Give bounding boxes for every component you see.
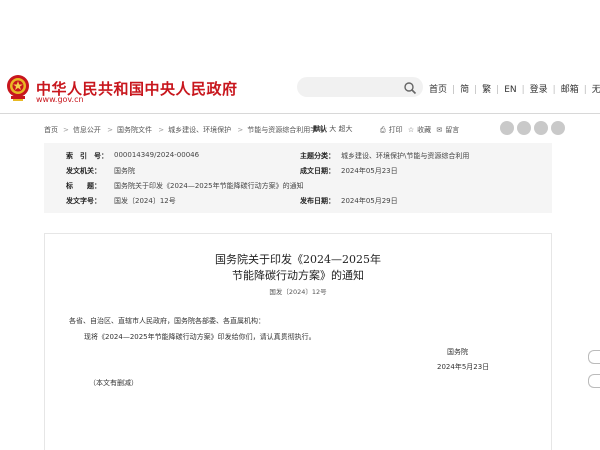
breadcrumb-item[interactable]: 国务院文件 [117,126,152,134]
doc-number-label: 发文字号： [66,197,101,205]
link-mail[interactable]: 邮箱 [561,85,579,95]
article-recipients: 各省、自治区、直辖市人民政府，国务院各部委、各直属机构： [69,317,265,325]
link-simplified[interactable]: 简 [460,85,469,95]
document-info-table: 索 引 号： 000014349/2024-00046 主题分类： 城乡建设、环… [44,143,552,213]
font-large-button[interactable]: 大 [329,125,336,133]
link-accessibility[interactable]: 无障碍 [592,85,600,95]
header-divider [0,113,600,114]
written-date-value: 2024年05月23日 [341,167,398,175]
article-date: 2024年5月23日 [437,363,490,371]
publish-date-value: 2024年05月29日 [341,197,398,205]
font-xlarge-button[interactable]: 超大 [338,125,352,133]
font-size-switch: 默认 大 超大 [313,124,352,134]
breadcrumb-item[interactable]: 城乡建设、环境保护 [168,126,231,134]
title-label: 标 题： [66,182,101,190]
article-body: 国务院关于印发《2024—2025年 节能降碳行动方案》的通知 国发〔2024〕… [44,233,552,450]
favorite-button[interactable]: 收藏 [417,126,431,134]
print-button[interactable]: 打印 [389,126,403,134]
favorite-icon[interactable]: ☆ [408,126,414,134]
weibo-icon[interactable] [517,121,531,135]
title-value: 国务院关于印发《2024—2025年节能降碳行动方案》的通知 [114,182,304,190]
national-emblem-icon[interactable] [6,74,30,102]
site-domain: www.gov.cn [36,95,84,104]
article-title-line-1: 国务院关于印发《2024—2025年 [215,253,381,266]
comment-button[interactable]: 留言 [445,126,459,134]
link-english[interactable]: EN [504,85,516,95]
breadcrumb: > 信息公开 > 国务院文件 > 城乡建设、环境保护 > 节能与资源综合利用字号： [63,126,332,134]
category-value: 城乡建设、环境保护\节能与资源综合利用 [341,152,470,160]
comment-icon[interactable]: ✉ [436,126,442,134]
qzone-icon[interactable] [534,121,548,135]
breadcrumb-item[interactable]: 信息公开 [73,126,101,134]
print-icon[interactable]: ⎙ [380,126,386,134]
wechat-icon[interactable] [500,121,514,135]
search-icon[interactable] [403,80,417,95]
issuer-label: 发文机关： [66,167,101,175]
written-date-label: 成文日期： [300,167,335,175]
more-icon[interactable] [551,121,565,135]
category-label: 主题分类： [300,152,335,160]
link-login[interactable]: 登录 [530,85,548,95]
doc-number-value: 国发〔2024〕12号 [114,197,176,205]
breadcrumb-home[interactable]: 首页 [44,125,58,135]
issuer-value: 国务院 [114,167,135,175]
side-tool-icon[interactable] [588,374,600,388]
article-note: （本文有删减） [89,379,138,387]
site-header: 中华人民共和国中央人民政府 www.gov.cn 首页 | 简 | 繁 | EN | 登录 | 邮箱… [0,62,600,114]
article-title-line-2: 节能降碳行动方案》的通知 [232,269,364,282]
article-signature: 国务院 [447,348,468,356]
index-value: 000014349/2024-00046 [114,151,200,159]
side-tool-icon[interactable] [588,350,600,364]
article-paragraph: 现将《2024—2025年节能降碳行动方案》印发给你们，请认真贯彻执行。 [84,333,316,341]
breadcrumb-bar: 首页 > 信息公开 > 国务院文件 > 城乡建设、环境保护 > 节能与资源综合利用字号：… [0,117,600,141]
search-input[interactable] [297,77,423,97]
article-doc-number: 国发〔2024〕12号 [269,288,327,296]
link-traditional[interactable]: 繁 [482,85,491,95]
article-tools: ⎙ 打印 ☆ 收藏 ✉ 留言 [380,125,462,135]
link-home[interactable]: 首页 [429,85,447,95]
font-default-button[interactable]: 默认 [313,125,327,133]
top-links: 首页|简|繁|EN|登录|邮箱|无障碍 [429,82,600,95]
index-label: 索 引 号： [66,152,108,160]
publish-date-label: 发布日期： [300,197,335,205]
